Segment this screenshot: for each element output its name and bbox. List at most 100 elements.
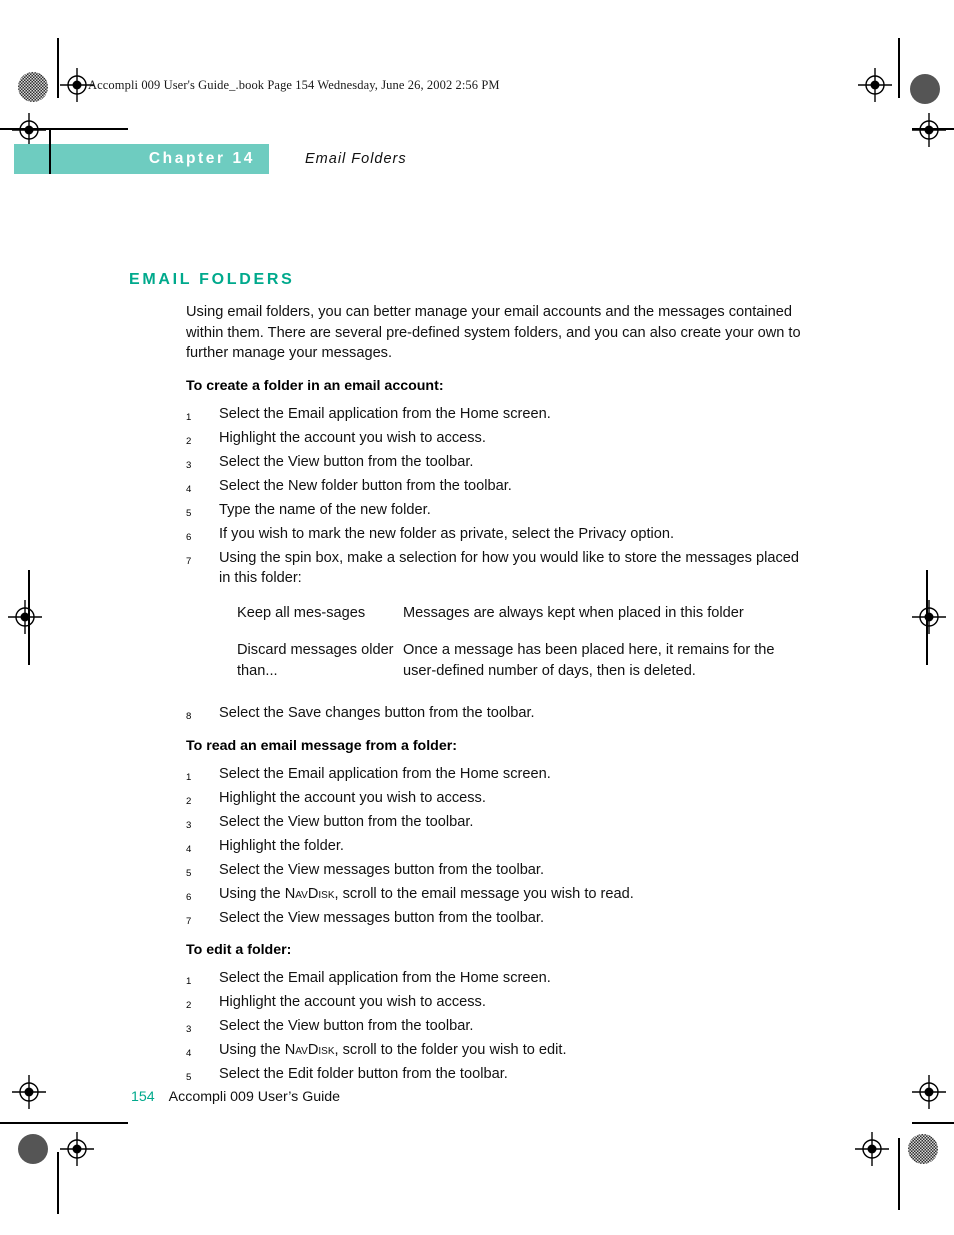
step-number: 2 [186, 1000, 192, 1011]
page-title: EMAIL FOLDERS [129, 271, 295, 288]
list-item: 3 Select the View button from the toolba… [186, 812, 806, 833]
procedure-heading-create-folder: To create a folder in an email account: [186, 377, 444, 394]
step-text: Highlight the account you wish to access… [219, 994, 486, 1010]
table-row: Keep all mes-sages Messages are always k… [237, 603, 797, 641]
halftone-dot-bottom-left [18, 1134, 48, 1164]
storage-option-table: Keep all mes-sages Messages are always k… [237, 603, 797, 682]
halftone-dot-bottom-right [908, 1134, 938, 1164]
list-item: 6 Using the NavDisk, scroll to the email… [186, 884, 806, 905]
step-number: 4 [186, 483, 192, 495]
body-column: Using email folders, you can better mana… [186, 302, 806, 1088]
list-item: 6 If you wish to mark the new folder as … [186, 524, 806, 545]
list-item: 2 Highlight the account you wish to acce… [186, 428, 806, 449]
registration-mark-bottom-left-inner [60, 1132, 94, 1166]
registration-mark-mid-left [8, 600, 42, 634]
step-text-before: Using the [219, 1042, 285, 1058]
trim-line-bottom-right-horizontal [912, 1122, 954, 1124]
trim-line-bottom-left-horizontal [0, 1122, 128, 1124]
step-number: 2 [186, 795, 192, 807]
registration-mark-bottom-right-outer [912, 1075, 946, 1109]
list-item: 4 Using the NavDisk, scroll to the folde… [186, 1040, 806, 1061]
step-number: 3 [186, 819, 192, 831]
step-text: Using the spin box, make a selection for… [219, 549, 800, 587]
list-item: 7 Select the View messages button from t… [186, 908, 806, 929]
step-text: Select the Save changes button from the … [219, 705, 535, 721]
step-text: Select the View button from the toolbar. [219, 1018, 474, 1034]
procedure-heading-edit-folder: To edit a folder: [186, 942, 292, 958]
halftone-dot-top-left [18, 72, 48, 102]
step-number: 1 [186, 411, 192, 423]
chapter-label: Chapter 14 [148, 150, 255, 167]
navdisk-term: NavDisk [284, 1042, 335, 1058]
step-text: Select the Email application from the Ho… [219, 970, 551, 986]
trim-line-bottom-left-vertical [57, 1152, 59, 1214]
step-text: Select the View button from the toolbar. [219, 453, 474, 470]
running-head: Email Folders [305, 151, 407, 167]
list-item: 2 Highlight the account you wish to acce… [186, 788, 806, 809]
registration-mark-mid-right [912, 600, 946, 634]
table-cell-term: Discard messages older than... [237, 642, 394, 679]
step-text: Select the New folder button from the to… [219, 477, 512, 494]
step-number: 6 [186, 891, 192, 903]
table-cell-term: Keep all mes-sages [237, 604, 366, 621]
step-text: Select the View messages button from the… [219, 861, 545, 878]
list-item: 1 Select the Email application from the … [186, 404, 806, 425]
trim-line-mid-right-vertical [926, 570, 928, 665]
step-text: Highlight the account you wish to access… [219, 789, 486, 806]
list-item: 7 Using the spin box, make a selection f… [186, 548, 806, 589]
steps-list-create-folder-cont: 8 Select the Save changes button from th… [186, 703, 806, 724]
step-number: 4 [186, 1048, 192, 1059]
step-number: 3 [186, 1024, 192, 1035]
list-item: 4 Highlight the folder. [186, 836, 806, 857]
step-text: Select the Email application from the Ho… [219, 405, 551, 422]
step-number: 5 [186, 1072, 192, 1083]
step-text: Select the View messages button from the… [219, 909, 545, 926]
list-item: 1 Select the Email application from the … [186, 968, 806, 989]
list-item: 5 Select the Edit folder button from the… [186, 1064, 806, 1085]
step-text-after: , scroll to the email message you wish t… [334, 885, 634, 902]
step-number: 4 [186, 843, 192, 855]
step-number: 7 [186, 915, 192, 927]
book-title: Accompli 009 User’s Guide [168, 1089, 341, 1105]
step-number: 3 [186, 459, 192, 471]
page-number: 154 [131, 1089, 155, 1105]
trim-line-top-right-vertical [898, 38, 900, 98]
page-footer: 154 Accompli 009 User’s Guide [131, 1089, 340, 1105]
navdisk-term: NavDisk [284, 885, 335, 902]
step-number: 8 [186, 711, 192, 722]
registration-mark-top-right-outer [912, 113, 946, 147]
step-text: Select the Email application from the Ho… [219, 765, 551, 782]
step-number: 7 [186, 555, 192, 567]
list-item: 3 Select the View button from the toolba… [186, 1016, 806, 1037]
step-text: Highlight the account you wish to access… [219, 429, 486, 446]
step-number: 1 [186, 976, 192, 987]
trim-line-mid-left-vertical [28, 570, 30, 665]
steps-list-read-message: 1 Select the Email application from the … [186, 764, 806, 929]
table-cell-definition: Once a message has been placed here, it … [403, 642, 775, 679]
step-text: If you wish to mark the new folder as pr… [219, 525, 675, 542]
trim-line-top-left-vertical [57, 38, 59, 98]
step-number: 1 [186, 771, 192, 783]
step-text: Highlight the folder. [219, 837, 344, 854]
steps-list-edit-folder: 1 Select the Email application from the … [186, 968, 806, 1085]
registration-mark-top-left-outer [12, 113, 46, 147]
step-text: Select the Edit folder button from the t… [219, 1066, 508, 1082]
procedure-heading-read-message: To read an email message from a folder: [186, 737, 457, 754]
registration-mark-top-right-inner [858, 68, 892, 102]
list-item: 3 Select the View button from the toolba… [186, 452, 806, 473]
step-text: Select the View button from the toolbar. [219, 813, 474, 830]
step-text-before: Using the [219, 885, 285, 902]
halftone-dot-top-right [910, 74, 940, 104]
trim-line-bottom-right-vertical [898, 1138, 900, 1210]
list-item: 5 Type the name of the new folder. [186, 500, 806, 521]
list-item: 4 Select the New folder button from the … [186, 476, 806, 497]
step-number: 2 [186, 435, 192, 447]
step-number: 6 [186, 531, 192, 543]
list-item: 5 Select the View messages button from t… [186, 860, 806, 881]
step-text: Type the name of the new folder. [219, 501, 431, 518]
print-file-stamp: Accompli 009 User's Guide_.book Page 154… [88, 78, 500, 92]
step-text-after: , scroll to the folder you wish to edit. [334, 1042, 567, 1058]
step-number: 5 [186, 867, 192, 879]
intro-paragraph: Using email folders, you can better mana… [186, 304, 801, 361]
list-item: 1 Select the Email application from the … [186, 764, 806, 785]
